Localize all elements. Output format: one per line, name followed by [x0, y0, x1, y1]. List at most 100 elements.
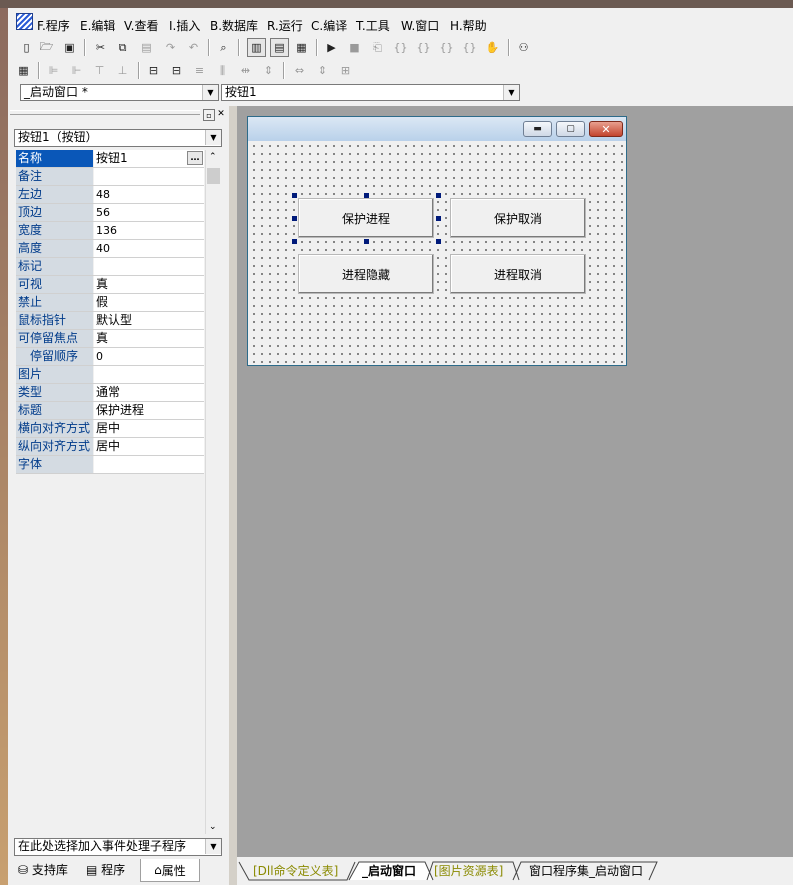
align-right-icon[interactable]: ⊩ — [68, 62, 85, 79]
layout-left-icon[interactable]: ▥ — [247, 38, 266, 57]
property-row[interactable]: 左边 48 — [16, 186, 204, 204]
design-form-window[interactable]: ▬ ▢ ✕ 保护进程 保护取消 进程隐藏 进程取消 — [247, 116, 627, 366]
component-select[interactable]: 按钮1 ▼ — [221, 84, 520, 101]
layout-top-icon[interactable]: ▤ — [270, 38, 289, 57]
menu-edit[interactable]: E.编辑 — [80, 17, 115, 34]
property-value[interactable]: 假 — [94, 294, 204, 311]
space-horizontal-icon[interactable]: ⇹ — [237, 62, 254, 79]
stop-icon[interactable]: ■ — [346, 39, 363, 56]
property-value[interactable]: 136 — [94, 222, 204, 239]
property-row[interactable]: 宽度 136 — [16, 222, 204, 240]
resize-handle[interactable] — [364, 193, 369, 198]
tab-image-resources[interactable]: [图片资源表] — [434, 862, 503, 879]
chevron-down-icon[interactable]: ▼ — [205, 130, 221, 145]
property-value[interactable] — [94, 168, 204, 185]
property-value[interactable]: 保护进程 — [94, 402, 204, 419]
run-to-cursor-icon[interactable]: {} — [461, 39, 478, 56]
cut-icon[interactable]: ✂ — [92, 39, 109, 56]
resize-handle[interactable] — [364, 239, 369, 244]
property-row[interactable]: 顶边 56 — [16, 204, 204, 222]
minimize-icon[interactable]: ▬ — [523, 121, 552, 137]
property-value[interactable] — [94, 456, 204, 473]
tab-dll-commands[interactable]: [Dll命令定义表] — [253, 862, 338, 879]
property-row[interactable]: 标记 — [16, 258, 204, 276]
object-select[interactable]: 按钮1（按钮） ▼ — [14, 129, 222, 147]
center-vertical-icon[interactable]: ⊟ — [168, 62, 185, 79]
resize-handle[interactable] — [436, 216, 441, 221]
chevron-down-icon[interactable]: ⌄ — [209, 822, 217, 832]
property-scrollbar[interactable]: ⌃ ⌄ — [205, 150, 222, 834]
menu-run[interactable]: R.运行 — [267, 17, 303, 34]
step-into-icon[interactable]: {} — [392, 39, 409, 56]
menu-program[interactable]: F.程序 — [37, 17, 70, 34]
menu-view[interactable]: V.查看 — [124, 17, 158, 34]
align-top-icon[interactable]: ⊤ — [91, 62, 108, 79]
ellipsis-button[interactable]: … — [187, 151, 203, 165]
center-horizontal-icon[interactable]: ⊟ — [145, 62, 162, 79]
open-folder-icon[interactable]: 🗁 — [38, 39, 55, 56]
hand-icon[interactable]: ✋ — [484, 39, 501, 56]
scroll-thumb[interactable] — [207, 168, 220, 184]
chevron-down-icon[interactable]: ▼ — [205, 839, 221, 854]
window-select[interactable]: _启动窗口 * ▼ — [20, 84, 219, 101]
resize-handle[interactable] — [292, 216, 297, 221]
property-row[interactable]: 停留顺序 0 — [16, 348, 204, 366]
property-value[interactable]: 居中 — [94, 420, 204, 437]
form-client-area[interactable]: 保护进程 保护取消 进程隐藏 进程取消 — [250, 142, 624, 363]
tab-startup-window[interactable]: _启动窗口 — [362, 862, 416, 879]
menu-insert[interactable]: I.插入 — [169, 17, 200, 34]
property-row[interactable]: 横向对齐方式 居中 — [16, 420, 204, 438]
layout-grid-icon[interactable]: ▦ — [293, 39, 310, 56]
same-height-icon[interactable]: ≡ — [191, 62, 208, 79]
size-icon[interactable]: ⊞ — [337, 62, 354, 79]
property-row[interactable]: 鼠标指针 默认型 — [16, 312, 204, 330]
property-row[interactable]: 高度 40 — [16, 240, 204, 258]
height-icon[interactable]: ⇕ — [314, 62, 331, 79]
property-value[interactable]: 通常 — [94, 384, 204, 401]
menu-help[interactable]: H.帮助 — [450, 17, 487, 34]
property-value[interactable]: 56 — [94, 204, 204, 221]
cancel-hide-button[interactable]: 进程取消 — [450, 254, 586, 294]
width-icon[interactable]: ⇔ — [291, 62, 308, 79]
panel-grip[interactable] — [10, 110, 200, 115]
property-row[interactable]: 标题 保护进程 — [16, 402, 204, 420]
property-row[interactable]: 禁止假 — [16, 294, 204, 312]
menu-compile[interactable]: C.编译 — [311, 17, 347, 34]
property-row[interactable]: 字体 — [16, 456, 204, 474]
cancel-protect-button[interactable]: 保护取消 — [450, 198, 586, 238]
property-row[interactable]: 备注 — [16, 168, 204, 186]
chevron-up-icon[interactable]: ⌃ — [209, 152, 217, 162]
property-row[interactable]: 名称 按钮1 — [16, 150, 204, 168]
tab-support-library[interactable]: ⛁ 支持库 — [18, 861, 68, 878]
binoculars-icon[interactable]: ⚇ — [515, 39, 532, 56]
paste-icon[interactable]: ▤ — [138, 39, 155, 56]
tab-window-program-set[interactable]: 窗口程序集_启动窗口 — [529, 862, 643, 879]
hide-process-button[interactable]: 进程隐藏 — [298, 254, 434, 294]
undo-icon[interactable]: ↶ — [185, 39, 202, 56]
copy-icon[interactable]: ⧉ — [114, 39, 131, 56]
property-row[interactable]: 可停留焦点真 — [16, 330, 204, 348]
menu-tools[interactable]: T.工具 — [356, 17, 390, 34]
find-icon[interactable]: ⌕ — [215, 39, 232, 56]
redo-icon[interactable]: ↷ — [162, 39, 179, 56]
property-row[interactable]: 类型 通常 — [16, 384, 204, 402]
event-select[interactable]: 在此处选择加入事件处理子程序 ▼ — [14, 838, 222, 856]
property-row[interactable]: 图片 — [16, 366, 204, 384]
resize-handle[interactable] — [436, 239, 441, 244]
property-value[interactable]: 0 — [94, 348, 204, 365]
form-title-bar[interactable]: ▬ ▢ ✕ — [248, 117, 626, 141]
form-icon[interactable]: ▦ — [15, 62, 32, 79]
save-icon[interactable]: ▣ — [61, 39, 78, 56]
align-left-icon[interactable]: ⊫ — [45, 62, 62, 79]
close-icon[interactable]: ✕ — [589, 121, 623, 137]
property-value[interactable]: 48 — [94, 186, 204, 203]
space-vertical-icon[interactable]: ⇕ — [260, 62, 277, 79]
tab-program[interactable]: ▤ 程序 — [86, 861, 125, 878]
property-value[interactable]: 真 — [94, 330, 204, 347]
new-file-icon[interactable]: ▯ — [18, 39, 35, 56]
property-row[interactable]: 可视真 — [16, 276, 204, 294]
align-bottom-icon[interactable]: ⊥ — [114, 62, 131, 79]
restore-panel-icon[interactable]: ▫ — [203, 109, 215, 121]
property-value[interactable] — [94, 366, 204, 383]
property-value[interactable] — [94, 258, 204, 275]
